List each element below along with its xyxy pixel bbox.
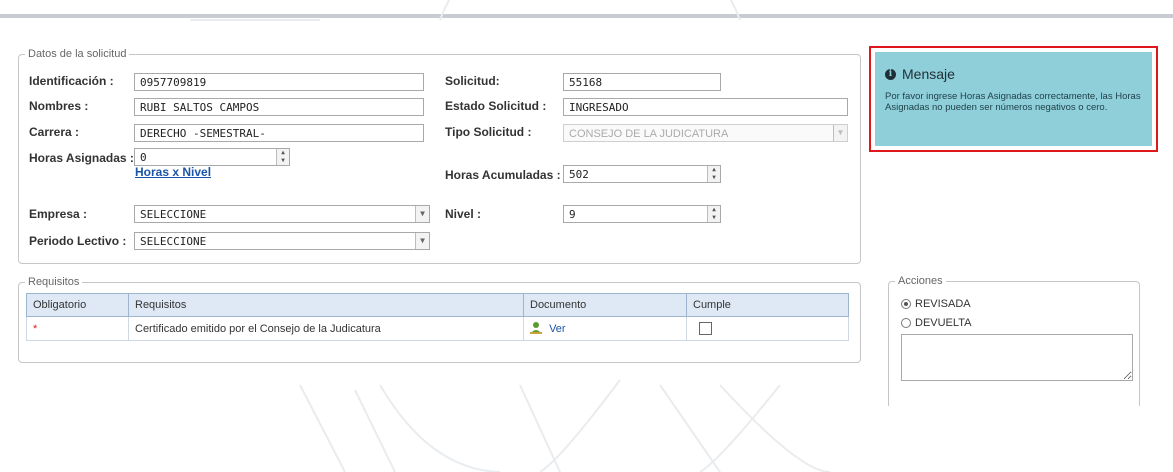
identificacion-field[interactable]: 0957709819 (134, 73, 424, 91)
periodo-value: SELECCIONE (140, 235, 207, 248)
table-header-row: Obligatorio Requisitos Documento Cumple (26, 293, 849, 317)
mensaje-title: Mensaje (902, 66, 955, 82)
chevron-down-icon[interactable]: ▼ (415, 206, 429, 222)
nombres-field[interactable]: RUBI SALTOS CAMPOS (134, 98, 424, 116)
column-header[interactable]: Documento (523, 293, 687, 317)
estado-solicitud-field[interactable]: INGRESADO (563, 98, 848, 116)
radio-checked-icon[interactable] (901, 299, 911, 309)
column-header[interactable]: Requisitos (128, 293, 524, 317)
horas-acumuladas-label: Horas Acumuladas : (445, 168, 561, 182)
radio-devuelta[interactable]: DEVUELTA (901, 317, 971, 329)
documento-cell: Ver (523, 316, 687, 341)
nivel-label: Nivel : (445, 207, 482, 221)
horas-acumuladas-spinner[interactable]: 502 ▲ ▼ (563, 165, 721, 183)
horas-x-nivel-link[interactable]: Horas x Nivel (135, 165, 211, 179)
acciones-legend: Acciones (898, 275, 943, 287)
radio-devuelta-label: DEVUELTA (915, 317, 972, 329)
empresa-label: Empresa : (29, 207, 88, 221)
mensaje-panel: i Mensaje Por favor ingrese Horas Asigna… (875, 52, 1152, 146)
horas-asignadas-spinner[interactable]: 0 ▲ ▼ (134, 148, 290, 166)
estado-solicitud-label: Estado Solicitud : (445, 99, 547, 113)
chevron-down-icon[interactable]: ▼ (833, 125, 847, 141)
carrera-field[interactable]: DERECHO -SEMESTRAL- (134, 124, 424, 142)
column-header[interactable]: Obligatorio (26, 293, 129, 317)
empresa-value: SELECCIONE (140, 208, 207, 221)
solicitud-legend: Datos de la solicitud (28, 48, 127, 60)
identificacion-label: Identificación : (29, 74, 114, 88)
nivel-spinner[interactable]: 9 ▲ ▼ (563, 205, 721, 223)
mensaje-text: Por favor ingrese Horas Asignadas correc… (885, 91, 1141, 113)
nombres-label: Nombres : (29, 99, 89, 113)
requisitos-table: Obligatorio Requisitos Documento Cumple … (26, 293, 849, 341)
horas-asignadas-label: Horas Asignadas : (29, 151, 134, 165)
requisitos-legend: Requisitos (28, 276, 80, 288)
mensaje-header: i Mensaje (885, 66, 1142, 82)
spinner-arrows-icon[interactable]: ▲ ▼ (707, 206, 720, 222)
column-header[interactable]: Cumple (686, 293, 849, 317)
radio-revisada[interactable]: REVISADA (901, 298, 971, 310)
radio-revisada-label: REVISADA (915, 298, 971, 310)
periodo-label: Periodo Lectivo : (29, 234, 127, 248)
top-bar (0, 0, 1173, 18)
mensaje-highlight: i Mensaje Por favor ingrese Horas Asigna… (869, 46, 1158, 152)
requisito-cell: Certificado emitido por el Consejo de la… (128, 316, 524, 341)
empresa-select[interactable]: SELECCIONE ▼ (134, 205, 430, 223)
table-row: * Certificado emitido por el Consejo de … (26, 316, 849, 341)
cumple-cell (686, 316, 849, 341)
obligatorio-cell: * (26, 316, 129, 341)
solicitud-field[interactable]: 55168 (563, 73, 721, 91)
ver-link[interactable]: Ver (549, 322, 566, 334)
horas-acumuladas-value: 502 (569, 168, 589, 181)
tipo-solicitud-label: Tipo Solicitud : (445, 125, 532, 139)
comment-textarea[interactable] (901, 334, 1133, 381)
solicitud-label: Solicitud: (445, 74, 500, 88)
periodo-select[interactable]: SELECCIONE ▼ (134, 232, 430, 250)
document-user-icon[interactable] (530, 321, 542, 337)
tipo-solicitud-select[interactable]: CONSEJO DE LA JUDICATURA ▼ (563, 124, 848, 142)
nivel-value: 9 (569, 208, 576, 221)
spinner-arrows-icon[interactable]: ▲ ▼ (276, 149, 289, 165)
horas-asignadas-value: 0 (140, 151, 147, 164)
info-icon: i (885, 68, 896, 80)
cumple-checkbox[interactable] (699, 322, 712, 335)
tipo-solicitud-value: CONSEJO DE LA JUDICATURA (569, 128, 729, 140)
carrera-label: Carrera : (29, 125, 80, 139)
chevron-down-icon[interactable]: ▼ (415, 233, 429, 249)
spinner-arrows-icon[interactable]: ▲ ▼ (707, 166, 720, 182)
radio-unchecked-icon[interactable] (901, 318, 911, 328)
